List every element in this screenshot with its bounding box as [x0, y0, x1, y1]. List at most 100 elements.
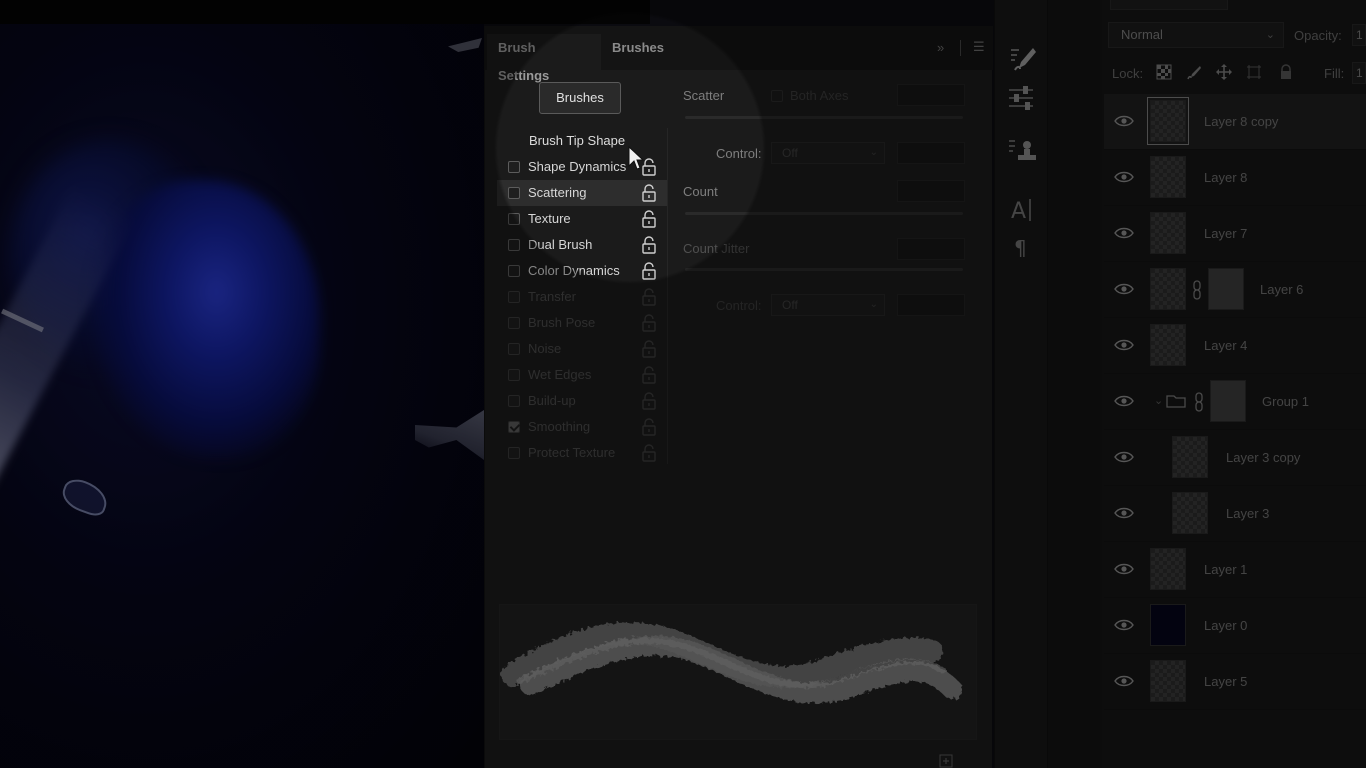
brush-option-protect-texture[interactable]: Protect Texture [497, 440, 667, 466]
count-slider[interactable] [685, 212, 963, 215]
layer-mask-thumbnail[interactable] [1208, 268, 1244, 310]
lock-artboard-icon[interactable] [1246, 64, 1262, 80]
smoothing-checkbox[interactable] [508, 421, 520, 433]
lock-icon[interactable] [641, 444, 657, 462]
layer-thumbnail[interactable] [1150, 268, 1186, 310]
tab-brush-settings[interactable]: Brush Settings [487, 34, 601, 83]
brush-option-noise[interactable]: Noise [497, 336, 667, 362]
paragraph-icon[interactable]: ¶ [1005, 232, 1039, 262]
layer-row-layer-6[interactable]: Layer 6 [1104, 262, 1366, 318]
color-dynamics-checkbox[interactable] [508, 265, 520, 277]
lock-all-icon[interactable] [1278, 64, 1294, 80]
lock-icon[interactable] [641, 210, 657, 228]
layer-thumbnail[interactable] [1150, 212, 1186, 254]
brush-option-wet-edges[interactable]: Wet Edges [497, 362, 667, 388]
lock-position-icon[interactable] [1216, 64, 1232, 80]
layer-row-layer-8[interactable]: Layer 8 [1104, 150, 1366, 206]
group-expand-chevron-icon[interactable]: ⌄ [1154, 394, 1163, 407]
wet-edges-checkbox[interactable] [508, 369, 520, 381]
brush-option-dual-brush[interactable]: Dual Brush [497, 232, 667, 258]
layer-thumbnail[interactable] [1150, 604, 1186, 646]
layer-row-layer-3-copy[interactable]: Layer 3 copy [1104, 430, 1366, 486]
lock-icon[interactable] [641, 392, 657, 410]
visibility-eye-icon[interactable] [1114, 674, 1134, 688]
count-jitter-input[interactable] [897, 238, 965, 260]
scatter-control-input[interactable] [897, 142, 965, 164]
layer-thumbnail[interactable] [1150, 548, 1186, 590]
count-control-select[interactable]: Off ⌄ [771, 294, 885, 316]
character-icon[interactable]: A [1005, 194, 1039, 224]
opacity-input[interactable]: 1 [1352, 24, 1366, 46]
visibility-eye-icon[interactable] [1114, 226, 1134, 240]
noise-checkbox[interactable] [508, 343, 520, 355]
lock-icon[interactable] [641, 184, 657, 202]
lock-icon[interactable] [641, 418, 657, 436]
layer-row-layer-5[interactable]: Layer 5 [1104, 654, 1366, 710]
scatter-slider[interactable] [685, 116, 963, 119]
visibility-eye-icon[interactable] [1114, 618, 1134, 632]
transfer-checkbox[interactable] [508, 291, 520, 303]
count-control-input[interactable] [897, 294, 965, 316]
fill-input[interactable]: 1 [1352, 62, 1366, 84]
brush-option-brush-pose[interactable]: Brush Pose [497, 310, 667, 336]
texture-checkbox[interactable] [508, 213, 520, 225]
layer-thumbnail[interactable] [1172, 436, 1208, 478]
shape-dynamics-checkbox[interactable] [508, 161, 520, 173]
layer-thumbnail[interactable] [1150, 324, 1186, 366]
layer-thumbnail[interactable] [1150, 156, 1186, 198]
visibility-eye-icon[interactable] [1114, 170, 1134, 184]
scattering-checkbox[interactable] [508, 187, 520, 199]
count-jitter-slider[interactable] [685, 268, 963, 271]
tab-brushes[interactable]: Brushes [601, 34, 673, 70]
layer-row-layer-7[interactable]: Layer 7 [1104, 206, 1366, 262]
visibility-eye-icon[interactable] [1114, 114, 1134, 128]
lock-icon[interactable] [641, 288, 657, 306]
lock-image-pixels-icon[interactable] [1186, 64, 1202, 80]
visibility-eye-icon[interactable] [1114, 562, 1134, 576]
visibility-eye-icon[interactable] [1114, 282, 1134, 296]
layer-filter-field[interactable] [1110, 0, 1228, 10]
lock-icon[interactable] [641, 262, 657, 280]
new-brush-preset-icon[interactable] [939, 754, 953, 768]
visibility-eye-icon[interactable] [1114, 394, 1134, 408]
brush-option-build-up[interactable]: Build-up [497, 388, 667, 414]
mask-link-icon[interactable] [1192, 280, 1202, 300]
scatter-value-input[interactable] [897, 84, 965, 106]
layer-row-layer-4[interactable]: Layer 4 [1104, 318, 1366, 374]
brush-settings-icon[interactable] [1005, 44, 1039, 74]
brush-option-transfer[interactable]: Transfer [497, 284, 667, 310]
collapse-panel-icon[interactable]: » [937, 40, 944, 55]
layer-row-layer-8-copy[interactable]: Layer 8 copy [1104, 94, 1366, 150]
lock-icon[interactable] [641, 366, 657, 384]
visibility-eye-icon[interactable] [1114, 506, 1134, 520]
brush-option-smoothing[interactable]: Smoothing [497, 414, 667, 440]
mask-link-icon[interactable] [1194, 392, 1204, 412]
lock-transparent-pixels-icon[interactable] [1156, 64, 1172, 80]
brush-option-color-dynamics[interactable]: Color Dynamics [497, 258, 667, 284]
count-value-input[interactable] [897, 180, 965, 202]
layer-row-layer-0[interactable]: Layer 0 [1104, 598, 1366, 654]
layer-thumbnail[interactable] [1150, 660, 1186, 702]
document-canvas[interactable] [0, 0, 484, 768]
lock-icon[interactable] [641, 236, 657, 254]
brush-pose-checkbox[interactable] [508, 317, 520, 329]
layer-row-group-1[interactable]: ⌄ Group 1 [1104, 374, 1366, 430]
panel-menu-icon[interactable]: ☰ [973, 39, 985, 55]
both-axes-checkbox[interactable] [771, 90, 783, 102]
dual-brush-checkbox[interactable] [508, 239, 520, 251]
visibility-eye-icon[interactable] [1114, 450, 1134, 464]
lock-icon[interactable] [641, 340, 657, 358]
build-up-checkbox[interactable] [508, 395, 520, 407]
brush-option-scattering[interactable]: Scattering [497, 180, 667, 206]
visibility-eye-icon[interactable] [1114, 338, 1134, 352]
layer-row-layer-1[interactable]: Layer 1 [1104, 542, 1366, 598]
clone-source-icon[interactable] [1005, 136, 1039, 166]
layer-mask-thumbnail[interactable] [1210, 380, 1246, 422]
scatter-control-select[interactable]: Off ⌄ [771, 142, 885, 164]
adjustments-icon[interactable] [1005, 82, 1039, 112]
protect-texture-checkbox[interactable] [508, 447, 520, 459]
layer-row-layer-3[interactable]: Layer 3 [1104, 486, 1366, 542]
lock-icon[interactable] [641, 314, 657, 332]
brushes-button[interactable]: Brushes [539, 82, 621, 114]
blend-mode-select[interactable]: Normal ⌄ [1108, 22, 1284, 48]
